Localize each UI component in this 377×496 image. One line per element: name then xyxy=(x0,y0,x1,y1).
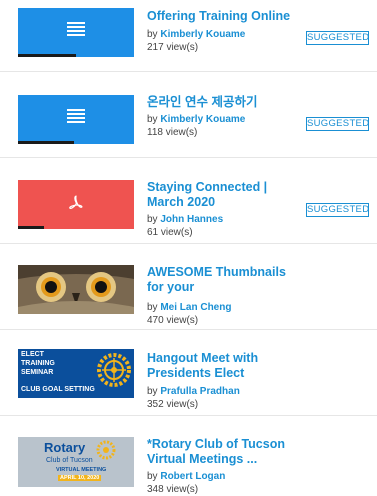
item-meta: by Mei Lan Cheng xyxy=(147,302,232,313)
item-title[interactable]: Offering Training Online xyxy=(147,9,297,24)
rotary-wheel-icon xyxy=(97,353,131,387)
owl-image xyxy=(18,265,134,314)
item-title[interactable]: 온라인 연수 제공하기 xyxy=(147,95,297,110)
thumbnail[interactable] xyxy=(18,95,134,144)
view-count: 118 view(s) xyxy=(147,127,198,138)
view-count: 217 view(s) xyxy=(147,42,199,53)
document-icon xyxy=(67,108,85,127)
author-link[interactable]: Kimberly Kouame xyxy=(160,29,245,40)
view-count: 352 view(s) xyxy=(147,399,199,410)
item-meta: by Prafulla Pradhan xyxy=(147,386,240,397)
thumbnail-owl[interactable] xyxy=(18,265,134,314)
author-link[interactable]: Mei Lan Cheng xyxy=(160,302,231,313)
item-meta: by John Hannes xyxy=(147,214,224,225)
item-title[interactable]: AWESOME Thumbnails for your xyxy=(147,265,297,295)
document-icon xyxy=(67,21,85,40)
suggested-badge: SUGGESTED xyxy=(306,117,370,131)
thumbnail-caption: Rotary xyxy=(44,440,86,455)
item-meta: by Robert Logan xyxy=(147,471,226,482)
author-link[interactable]: Prafulla Pradhan xyxy=(160,386,239,397)
list-item[interactable]: 온라인 연수 제공하기 by Kimberly Kouame 118 view(… xyxy=(0,72,377,158)
list-item[interactable]: Offering Training Online by Kimberly Kou… xyxy=(0,0,377,72)
view-count: 61 view(s) xyxy=(147,227,193,238)
list-item[interactable]: Rotary Club of Tucson VIRTUAL MEETING AP… xyxy=(0,416,377,496)
thumbnail-rotary-tucson[interactable]: Rotary Club of Tucson VIRTUAL MEETING AP… xyxy=(18,437,134,487)
item-title[interactable]: Staying Connected | March 2020 xyxy=(147,180,297,210)
author-link[interactable]: Kimberly Kouame xyxy=(160,114,245,125)
view-count: 348 view(s) xyxy=(147,484,199,495)
author-link[interactable]: Robert Logan xyxy=(160,471,225,482)
pdf-icon xyxy=(69,195,83,209)
list-item[interactable]: AWESOME Thumbnails for your by Mei Lan C… xyxy=(0,244,377,330)
video-list: Offering Training Online by Kimberly Kou… xyxy=(0,0,377,496)
suggested-badge: SUGGESTED xyxy=(306,203,370,217)
thumbnail-rotary[interactable]: ELECT TRAINING SEMINAR CLUB GOAL SETTING xyxy=(18,349,134,398)
item-meta: by Kimberly Kouame xyxy=(147,114,246,125)
thumbnail-caption: ELECT xyxy=(21,351,44,358)
list-item[interactable]: ELECT TRAINING SEMINAR CLUB GOAL SETTING… xyxy=(0,330,377,416)
rotary-wheel-icon xyxy=(96,440,116,460)
suggested-badge: SUGGESTED xyxy=(306,31,370,45)
item-title[interactable]: *Rotary Club of Tucson Virtual Meetings … xyxy=(147,437,297,467)
item-meta: by Kimberly Kouame xyxy=(147,29,246,40)
thumbnail[interactable] xyxy=(18,8,134,57)
thumbnail[interactable] xyxy=(18,180,134,229)
list-item[interactable]: Staying Connected | March 2020 by John H… xyxy=(0,158,377,244)
author-link[interactable]: John Hannes xyxy=(160,214,223,225)
item-title[interactable]: Hangout Meet with Presidents Elect xyxy=(147,351,297,381)
view-count: 470 view(s) xyxy=(147,315,199,326)
